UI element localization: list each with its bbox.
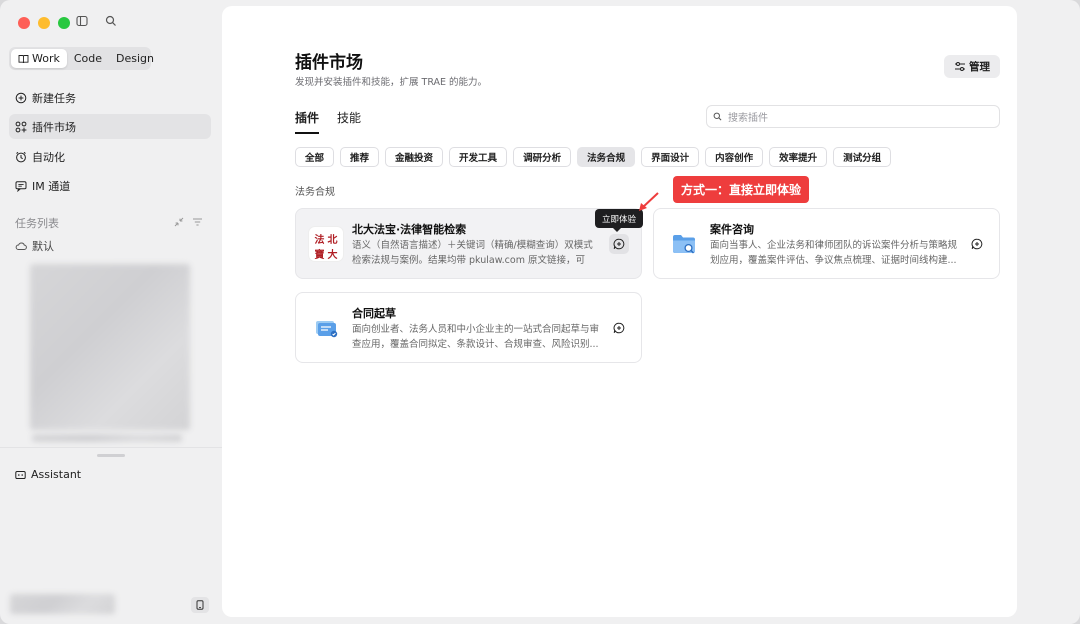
plugin-card-contract-draft[interactable]: 合同起草 面向创业者、法务人员和中小企业主的一站式合同起草与审查应用，覆盖合同拟… [295,292,642,363]
mode-design-button[interactable]: Design [109,49,161,68]
blurred-task-list-overflow [32,434,182,442]
nav-plugin-market[interactable]: 插件市场 [9,114,211,139]
tasks-section-title: 任务列表 [15,217,59,230]
collapse-icon[interactable] [174,216,184,230]
try-now-button[interactable] [609,234,629,254]
tab-bar: 插件 技能 [295,109,361,134]
sidebar-toggle-icon[interactable] [76,15,88,30]
book-icon [18,54,29,63]
category-heading: 法务合规 [295,187,335,198]
nav-im-channel-label: IM 通道 [32,179,71,193]
phone-icon [196,600,204,610]
app-window: Work Code Design 新建任务 插件市场 自动化 IM 通道 任务列… [0,0,1080,624]
filter-chip-productivity[interactable]: 效率提升 [769,147,828,167]
task-group-default-label: 默认 [32,240,54,253]
category-filter-bar: 全部 推荐 金融投资 开发工具 调研分析 法务合规 界面设计 内容创作 效率提升… [295,147,892,167]
annotation-callout: 方式一：直接立即体验 [673,176,810,203]
tab-skills[interactable]: 技能 [337,109,361,134]
grid-plugins-icon [15,121,27,133]
sidebar: Work Code Design 新建任务 插件市场 自动化 IM 通道 任务列… [0,0,222,624]
blurred-task-list [30,264,190,430]
nav-automation-label: 自动化 [32,150,65,164]
annotation-arrow [639,192,659,211]
task-group-default[interactable]: 默认 [15,238,54,254]
nav-new-task[interactable]: 新建任务 [9,85,211,110]
search-icon [713,112,722,121]
add-chat-icon [971,238,983,250]
filter-chip-dev-tools[interactable]: 开发工具 [449,147,508,167]
plugin-card-description: 语义（自然语言描述）＋关键词（精确/模糊查询）双模式检索法规与案例。结果均带 p… [352,240,593,266]
plugin-card-description: 面向当事人、企业法务和律师团队的诉讼案件分析与策略规划应用，覆盖案件评估、争议焦… [710,240,958,266]
try-now-button[interactable] [609,318,629,338]
page-subtitle: 发现并安装插件和技能，扩展 TRAE 的能力。 [295,77,488,88]
filter-chip-research[interactable]: 调研分析 [513,147,572,167]
logo-char: 北 [327,235,338,246]
window-controls [18,17,70,29]
try-now-button[interactable] [967,234,987,254]
plugin-card-case-consult[interactable]: 案件咨询 面向当事人、企业法务和律师团队的诉讼案件分析与策略规划应用，覆盖案件评… [653,208,1000,279]
plugin-card-title: 案件咨询 [710,223,754,236]
search-icon[interactable] [105,15,117,30]
tasks-section-tools [174,216,203,230]
assistant-icon [15,470,26,479]
plugin-card-description: 面向创业者、法务人员和中小企业主的一站式合同起草与审查应用，覆盖合同拟定、条款设… [352,324,600,350]
logo-char: 法 [314,235,325,246]
add-chat-icon [613,322,625,334]
zoom-window-button[interactable] [58,17,70,29]
mode-switch: Work Code Design [9,47,154,70]
logo-char: 寶 [314,250,325,261]
filter-chip-all[interactable]: 全部 [295,147,335,167]
mode-work-button[interactable]: Work [11,49,67,68]
filter-chip-finance[interactable]: 金融投资 [385,147,444,167]
nav-automation[interactable]: 自动化 [9,144,211,169]
tab-plugins[interactable]: 插件 [295,109,320,134]
sidebar-divider [0,447,222,448]
nav-plugin-market-label: 插件市场 [32,120,76,134]
plugin-card-title: 北大法宝·法律智能检索 [352,223,467,236]
contract-card-icon [308,310,344,346]
pkulaw-logo: 法 北 寶 大 [308,226,344,262]
filter-chip-legal[interactable]: 法务合规 [577,147,636,167]
nav-im-channel[interactable]: IM 通道 [9,173,211,198]
filter-chip-ui-design[interactable]: 界面设计 [641,147,700,167]
sliders-icon [955,62,965,71]
mode-code-label: Code [73,52,103,65]
manage-button-label: 管理 [969,61,990,73]
plus-circle-icon [15,92,27,104]
mode-code-button[interactable]: Code [67,49,109,68]
nav-new-task-label: 新建任务 [32,91,76,105]
blurred-user-profile [10,594,115,614]
chat-icon [15,180,27,192]
page-title: 插件市场 [295,53,363,73]
folder-search-icon [666,226,702,262]
mode-design-label: Design [116,52,155,65]
mode-work-label: Work [32,52,60,65]
plugin-search-input[interactable]: 搜索插件 [706,105,1000,128]
assistant-item[interactable]: Assistant [15,468,81,481]
filter-icon[interactable] [192,216,203,230]
plugin-market-panel: 插件市场 发现并安装插件和技能，扩展 TRAE 的能力。 管理 插件 技能 搜索… [222,6,1017,617]
add-chat-icon [613,238,625,250]
close-window-button[interactable] [18,17,30,29]
filter-chip-recommended[interactable]: 推荐 [340,147,380,167]
clock-icon [15,151,27,163]
manage-button[interactable]: 管理 [944,55,1000,78]
plugin-card-title: 合同起草 [352,307,396,320]
minimize-window-button[interactable] [38,17,50,29]
filter-chip-test-group[interactable]: 测试分组 [833,147,892,167]
cloud-icon [15,242,27,250]
plugin-card-pkulaw[interactable]: 法 北 寶 大 北大法宝·法律智能检索 语义（自然语言描述）＋关键词（精确/模糊… [295,208,642,279]
resize-handle[interactable] [97,454,125,457]
logo-char: 大 [327,250,338,261]
search-placeholder: 搜索插件 [728,113,768,124]
assistant-label: Assistant [31,468,82,481]
filter-chip-content[interactable]: 内容创作 [705,147,764,167]
device-button[interactable] [191,597,209,613]
